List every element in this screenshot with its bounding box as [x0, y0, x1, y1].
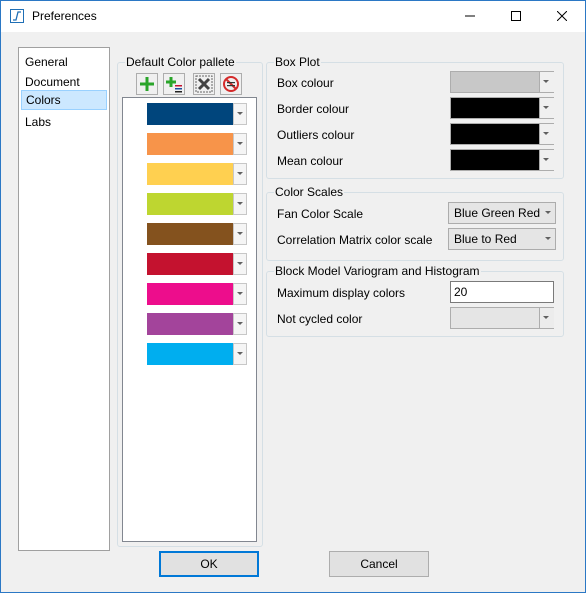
color-scales-label: Color Scales	[274, 185, 345, 199]
max-display-colors-label: Maximum display colors	[277, 286, 406, 300]
palette-group-label: Default Color pallete	[125, 55, 236, 69]
palette-color-swatch[interactable]	[147, 193, 233, 215]
outliers-colour-picker[interactable]	[450, 123, 554, 145]
add-list-button[interactable]	[163, 73, 185, 95]
palette-color-row[interactable]	[147, 163, 247, 185]
palette-color-row[interactable]	[147, 223, 247, 245]
app-icon	[10, 9, 24, 23]
ok-button[interactable]: OK	[159, 551, 259, 577]
add-color-button[interactable]	[136, 73, 158, 95]
chevron-down-icon[interactable]	[539, 72, 554, 92]
palette-color-row[interactable]	[147, 283, 247, 305]
mean-colour-picker[interactable]	[450, 149, 554, 171]
maximize-button[interactable]	[493, 1, 539, 32]
nav-item-colors[interactable]: Colors	[21, 90, 107, 110]
fan-color-scale-select[interactable]: Blue Green Red	[448, 202, 556, 224]
minimize-button[interactable]	[447, 1, 493, 32]
outliers-colour-label: Outliers colour	[277, 128, 355, 142]
category-list[interactable]: General Document Colors Labs	[18, 47, 110, 551]
add-icon	[140, 77, 154, 91]
correlation-matrix-scale-value: Blue to Red	[454, 232, 517, 246]
chevron-down-icon[interactable]	[233, 163, 247, 185]
border-colour-picker[interactable]	[450, 97, 554, 119]
chevron-down-icon[interactable]	[233, 253, 247, 275]
chevron-down-icon[interactable]	[233, 193, 247, 215]
chevron-down-icon[interactable]	[233, 283, 247, 305]
palette-color-swatch[interactable]	[147, 103, 233, 125]
palette-color-swatch[interactable]	[147, 133, 233, 155]
correlation-matrix-scale-label: Correlation Matrix color scale	[277, 233, 433, 247]
box-colour-label: Box colour	[277, 76, 334, 90]
mean-colour-swatch	[451, 150, 539, 170]
chevron-down-icon[interactable]	[233, 223, 247, 245]
fan-color-scale-label: Fan Color Scale	[277, 207, 364, 221]
preferences-window: Preferences General Document Colors Labs…	[0, 0, 586, 593]
palette-color-row[interactable]	[147, 313, 247, 335]
palette-color-swatch[interactable]	[147, 343, 233, 365]
delete-icon	[195, 75, 213, 93]
max-display-colors-input[interactable]: 20	[450, 281, 554, 303]
nav-item-general[interactable]: General	[21, 52, 107, 72]
chevron-down-icon[interactable]	[539, 150, 554, 170]
palette-color-swatch[interactable]	[147, 163, 233, 185]
nav-item-labs[interactable]: Labs	[21, 112, 107, 132]
title-bar[interactable]: Preferences	[1, 1, 585, 32]
block-model-label: Block Model Variogram and Histogram	[274, 264, 481, 278]
chevron-down-icon[interactable]	[233, 103, 247, 125]
palette-color-row[interactable]	[147, 133, 247, 155]
palette-color-row[interactable]	[147, 193, 247, 215]
not-cycled-color-label: Not cycled color	[277, 312, 363, 326]
chevron-down-icon	[542, 203, 551, 223]
box-plot-label: Box Plot	[274, 55, 321, 69]
clear-colors-button[interactable]	[220, 73, 242, 95]
mean-colour-label: Mean colour	[277, 154, 344, 168]
chevron-down-icon[interactable]	[539, 308, 554, 328]
palette-color-row[interactable]	[147, 253, 247, 275]
palette-color-swatch[interactable]	[147, 223, 233, 245]
chevron-down-icon[interactable]	[539, 124, 554, 144]
palette-color-row[interactable]	[147, 103, 247, 125]
fan-color-scale-value: Blue Green Red	[454, 206, 541, 220]
chevron-down-icon[interactable]	[539, 98, 554, 118]
border-colour-swatch	[451, 98, 539, 118]
delete-color-button[interactable]	[193, 73, 215, 95]
palette-color-row[interactable]	[147, 343, 247, 365]
correlation-matrix-scale-select[interactable]: Blue to Red	[448, 228, 556, 250]
chevron-down-icon	[542, 229, 551, 249]
palette-color-swatch[interactable]	[147, 313, 233, 335]
not-cycled-color-picker[interactable]	[450, 307, 554, 329]
cancel-button[interactable]: Cancel	[329, 551, 429, 577]
chevron-down-icon[interactable]	[233, 343, 247, 365]
window-title: Preferences	[32, 9, 97, 23]
chevron-down-icon[interactable]	[233, 133, 247, 155]
box-colour-swatch	[451, 72, 539, 92]
chevron-down-icon[interactable]	[233, 313, 247, 335]
clear-icon	[223, 76, 239, 92]
box-colour-picker[interactable]	[450, 71, 554, 93]
palette-color-swatch[interactable]	[147, 253, 233, 275]
border-colour-label: Border colour	[277, 102, 350, 116]
outliers-colour-swatch	[451, 124, 539, 144]
nav-item-document[interactable]: Document	[21, 72, 107, 92]
palette-color-swatch[interactable]	[147, 283, 233, 305]
close-button[interactable]	[539, 1, 585, 32]
add-list-icon	[166, 77, 182, 93]
